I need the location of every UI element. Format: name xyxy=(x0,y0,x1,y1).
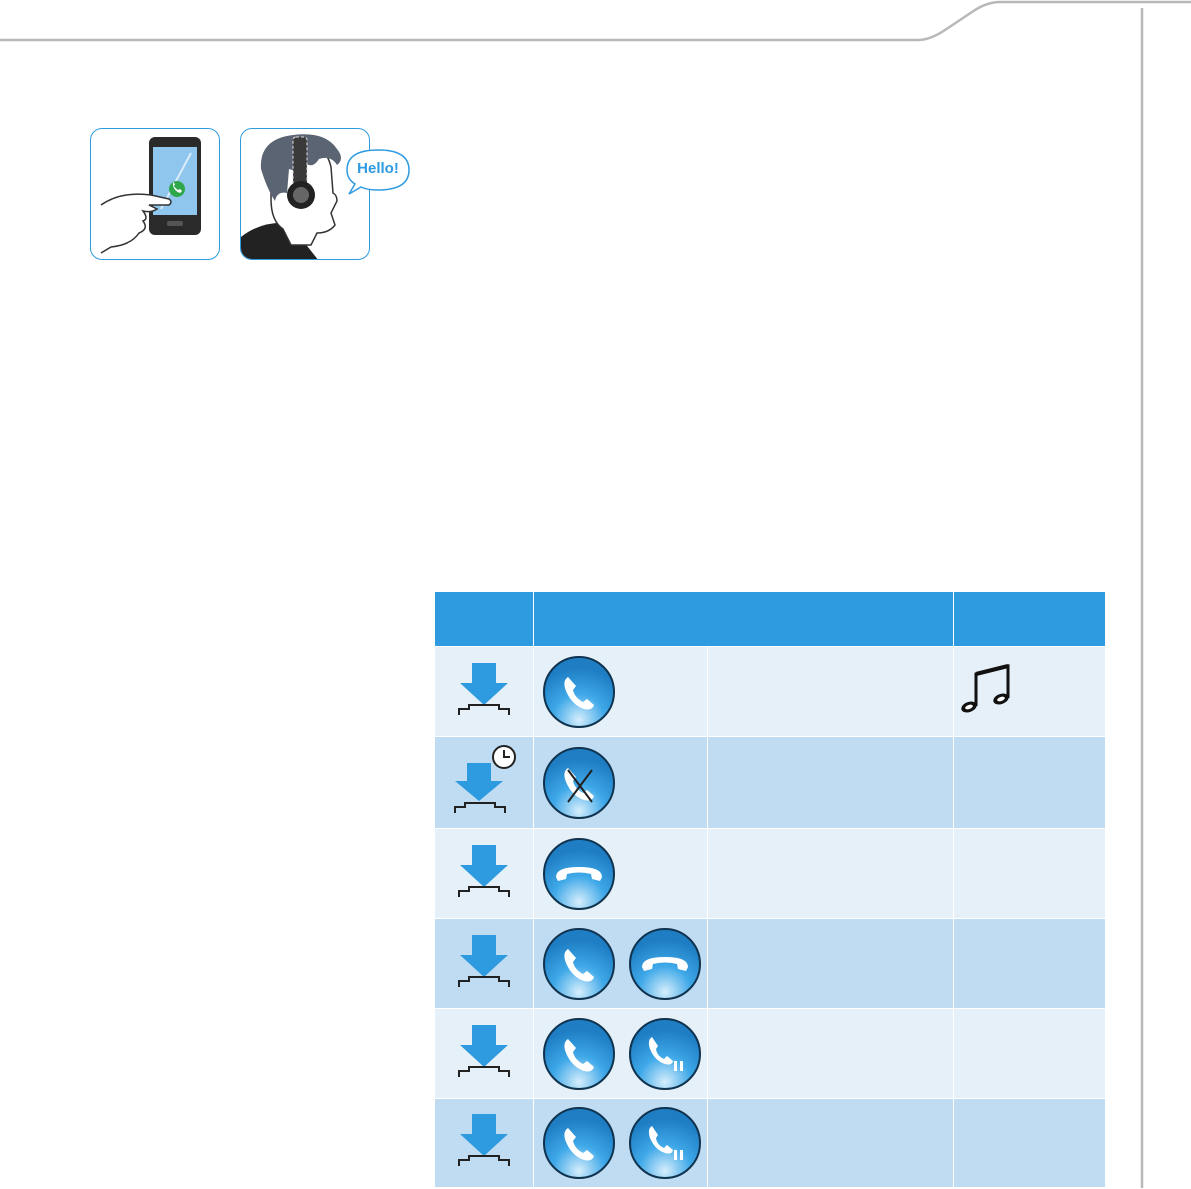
music-notes-icon xyxy=(954,660,1106,724)
press-icon xyxy=(449,931,519,991)
margin-rule xyxy=(1140,8,1144,1188)
header-signal xyxy=(953,592,1105,647)
signal-cell xyxy=(953,1008,1105,1099)
icons-cell xyxy=(533,736,708,829)
table-row xyxy=(435,1008,1105,1099)
call-accept-icon xyxy=(542,1017,616,1091)
speech-text: Hello! xyxy=(357,160,399,177)
press-cell xyxy=(435,646,534,737)
icons-cell xyxy=(533,1098,708,1187)
call-hold-icon xyxy=(628,1106,702,1180)
press-icon xyxy=(449,659,519,719)
call-end-icon xyxy=(628,927,702,1001)
icons-cell xyxy=(533,918,708,1009)
press-icon xyxy=(449,841,519,901)
table-row xyxy=(435,646,1106,737)
press-cell xyxy=(435,828,534,919)
description-cell xyxy=(707,1098,954,1187)
signal-cell xyxy=(953,736,1105,829)
header-press xyxy=(435,592,534,647)
description-cell xyxy=(707,646,954,737)
description-cell xyxy=(707,828,954,919)
phone-illustration xyxy=(90,128,220,260)
press-cell xyxy=(435,736,534,829)
call-end-icon xyxy=(542,837,616,911)
icons-cell xyxy=(533,828,708,919)
table-row xyxy=(435,918,1105,1009)
description-cell xyxy=(707,736,954,829)
call-accept-icon xyxy=(542,1106,616,1180)
icons-cell xyxy=(533,1008,708,1099)
press-icon xyxy=(449,1021,519,1081)
header-rule xyxy=(0,0,1191,42)
signal-cell xyxy=(953,646,1106,737)
signal-cell xyxy=(953,918,1105,1009)
call-accept-icon xyxy=(542,655,616,729)
press-cell xyxy=(435,1098,534,1187)
phone-answer-icon xyxy=(100,137,201,254)
description-cell xyxy=(707,918,954,1009)
call-reject-icon xyxy=(542,746,616,820)
call-hold-icon xyxy=(628,1017,702,1091)
table-row xyxy=(435,736,1105,829)
table-row xyxy=(435,1098,1105,1187)
press-cell xyxy=(435,1008,534,1099)
press-icon xyxy=(449,1110,519,1170)
table-row xyxy=(435,828,1105,919)
table-header-row xyxy=(435,592,1105,647)
description-cell xyxy=(707,1008,954,1099)
call-accept-icon xyxy=(542,927,616,1001)
header-function xyxy=(533,592,954,647)
signal-cell xyxy=(953,1098,1105,1187)
call-controls-table xyxy=(435,592,1105,1187)
press-cell xyxy=(435,918,534,1009)
press-hold-icon xyxy=(449,743,519,817)
signal-cell xyxy=(953,828,1105,919)
icons-cell xyxy=(533,646,708,737)
